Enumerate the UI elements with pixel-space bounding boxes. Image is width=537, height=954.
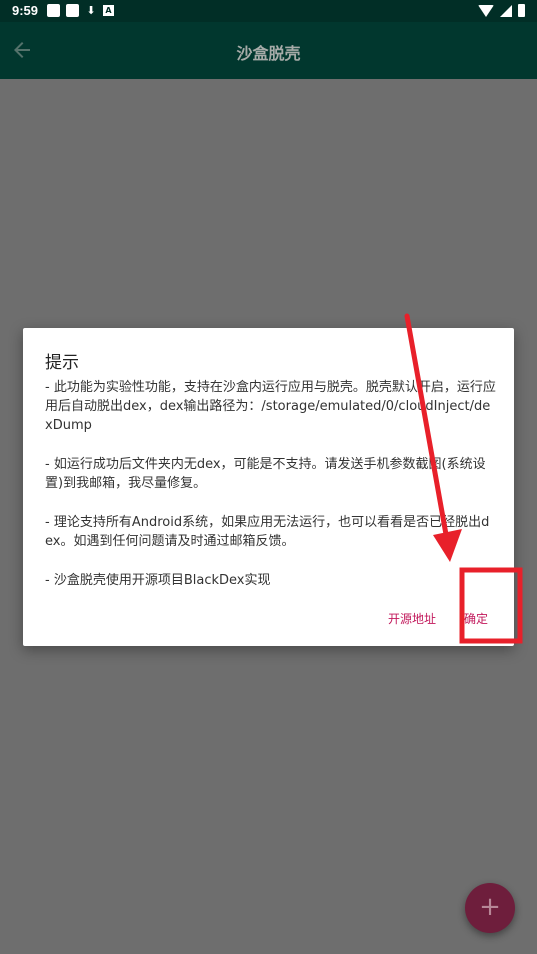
app-a-icon: A xyxy=(103,5,114,16)
app-bar: 沙盒脱壳 xyxy=(0,22,537,79)
dialog-title: 提示 xyxy=(45,353,79,373)
page-title: 沙盒脱壳 xyxy=(236,44,301,63)
notification-square-icon xyxy=(66,4,79,17)
dialog-body: - 此功能为实验性功能，支持在沙盒内运行应用与脱壳。脱壳默认开启，运行应用后自动… xyxy=(45,378,497,610)
add-fab-button[interactable]: + xyxy=(465,883,515,933)
dialog-paragraph: - 此功能为实验性功能，支持在沙盒内运行应用与脱壳。脱壳默认开启，运行应用后自动… xyxy=(45,380,496,433)
info-dialog: 提示 - 此功能为实验性功能，支持在沙盒内运行应用与脱壳。脱壳默认开启，运行应用… xyxy=(23,328,514,646)
status-bar: 9:59 ⬇ A xyxy=(0,0,537,22)
confirm-button[interactable]: 确定 xyxy=(464,610,488,627)
open-source-button[interactable]: 开源地址 xyxy=(388,610,436,627)
plus-icon: + xyxy=(479,892,501,922)
battery-icon xyxy=(518,4,525,17)
status-time: 9:59 xyxy=(12,3,39,18)
signal-icon xyxy=(500,4,512,17)
status-right-icons xyxy=(478,4,525,17)
dialog-paragraph: - 理论支持所有Android系统，如果应用无法运行，也可以看看是否已经脱出de… xyxy=(45,515,490,549)
status-left-icons: ⬇ A xyxy=(47,4,114,17)
download-icon: ⬇ xyxy=(86,4,96,17)
wifi-icon xyxy=(478,4,494,17)
dialog-actions: 开源地址 确定 xyxy=(388,610,488,627)
dialog-paragraph: - 如运行成功后文件夹内无dex，可能是不支持。请发送手机参数截图(系统设置)到… xyxy=(45,457,486,491)
notification-square-icon xyxy=(47,4,60,17)
dialog-paragraph: - 沙盒脱壳使用开源项目BlackDex实现 xyxy=(45,573,271,588)
